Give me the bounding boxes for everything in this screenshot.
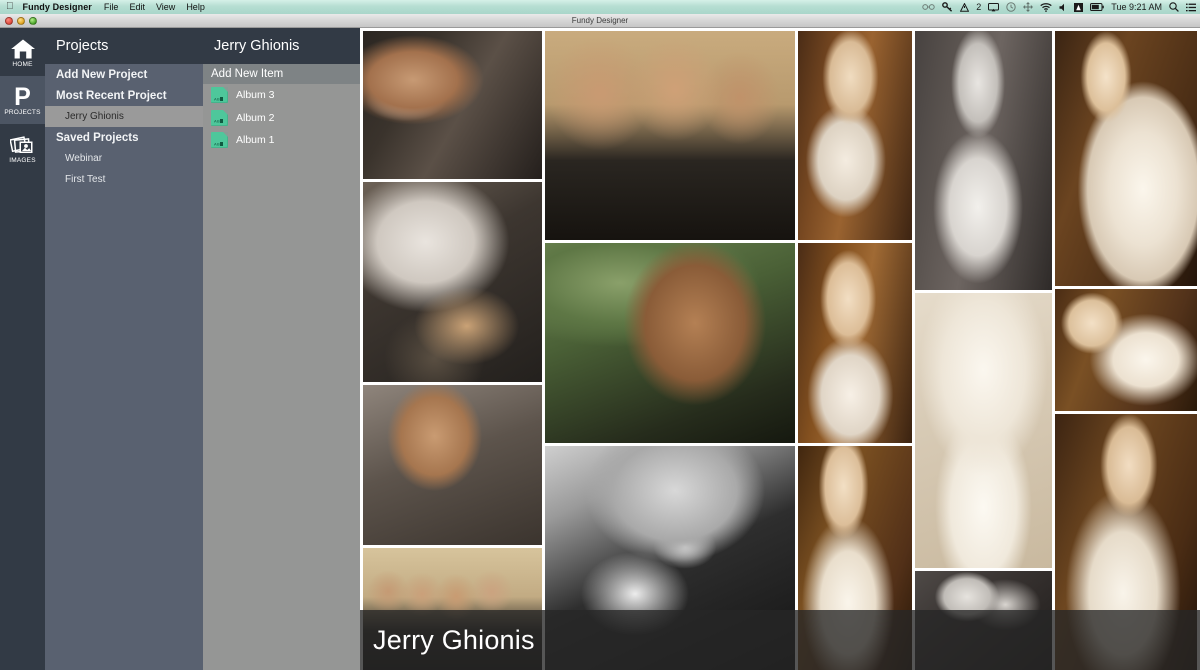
photo-bride-bw-portrait[interactable] — [915, 31, 1052, 290]
menu-view[interactable]: View — [156, 2, 175, 12]
nav-rail: HOME P PROJECTS IMAGES — [0, 28, 45, 670]
projects-panel-header: Projects — [45, 28, 203, 64]
hazard-icon[interactable] — [960, 2, 970, 12]
volume-icon[interactable] — [1059, 3, 1067, 12]
images-icon — [9, 132, 36, 156]
clock-circle-icon[interactable] — [1006, 2, 1016, 12]
menu-edit[interactable]: Edit — [129, 2, 145, 12]
project-item-webinar[interactable]: Webinar — [45, 148, 203, 169]
add-new-project-button[interactable]: Add New Project — [45, 64, 203, 85]
list-item-album-2[interactable]: AB Album 2 — [203, 107, 360, 130]
gallery-title-overlay: Jerry Ghionis — [360, 610, 1200, 670]
photo-dress-detail[interactable] — [915, 293, 1052, 568]
projects-panel: Projects Add New Project Most Recent Pro… — [45, 28, 203, 670]
items-panel: Jerry Ghionis Add New Item AB Album 3 AB… — [203, 28, 360, 670]
list-item-album-1[interactable]: AB Album 1 — [203, 129, 360, 152]
album-icon: AB — [211, 132, 228, 149]
zoom-button[interactable] — [29, 17, 37, 25]
list-item-label: Album 2 — [236, 111, 275, 124]
list-item-label: Album 1 — [236, 134, 275, 147]
list-item-label: Album 3 — [236, 89, 275, 102]
battery-icon[interactable] — [1090, 3, 1105, 11]
apple-icon[interactable]:  — [6, 2, 14, 12]
key-icon[interactable] — [942, 2, 953, 12]
app-body: HOME P PROJECTS IMAGES Projects Add New … — [0, 28, 1200, 670]
page-title: Jerry Ghionis — [373, 624, 535, 655]
sidebar-item-home-label: HOME — [12, 61, 33, 68]
eyeglasses-icon[interactable] — [922, 3, 935, 11]
list-item-album-3[interactable]: AB Album 3 — [203, 84, 360, 107]
photo-bride-necklace[interactable] — [1055, 289, 1197, 411]
photo-gallery: Jerry Ghionis — [360, 28, 1200, 670]
adobe-icon[interactable] — [1074, 2, 1084, 12]
window-title: Fundy Designer — [571, 16, 629, 25]
menu-app-name[interactable]: Fundy Designer — [23, 2, 92, 12]
minimize-button[interactable] — [17, 17, 25, 25]
sidebar-item-images[interactable]: IMAGES — [0, 124, 45, 172]
project-item-first-test[interactable]: First Test — [45, 169, 203, 190]
photo-groom-with-drink[interactable] — [363, 182, 542, 382]
sidebar-item-projects-label: PROJECTS — [4, 109, 41, 116]
photo-bride-smiling-wood[interactable] — [798, 243, 912, 443]
photo-groom-green-field[interactable] — [545, 243, 795, 443]
window-controls — [5, 17, 37, 25]
project-item-jerry-ghionis[interactable]: Jerry Ghionis — [45, 106, 203, 127]
photo-groom-upside-down[interactable] — [363, 385, 542, 545]
saved-projects-label: Saved Projects — [56, 131, 139, 144]
window-title-bar: Fundy Designer — [0, 14, 1200, 28]
menu-help[interactable]: Help — [186, 2, 205, 12]
photo-groom-white-shirt[interactable] — [363, 31, 542, 179]
photo-groomsmen-stone-wall[interactable] — [545, 31, 795, 240]
photo-bride-ruffled-gown[interactable] — [1055, 31, 1197, 286]
macos-menu-bar:  Fundy Designer File Edit View Help 2 — [0, 0, 1200, 14]
add-new-item-button[interactable]: Add New Item — [203, 64, 360, 84]
most-recent-project-label: Most Recent Project — [56, 89, 167, 102]
hazard-count: 2 — [976, 2, 982, 12]
app-window:  Fundy Designer File Edit View Help 2 — [0, 0, 1200, 670]
search-icon[interactable] — [1169, 2, 1179, 12]
album-icon: AB — [211, 109, 228, 126]
close-button[interactable] — [5, 17, 13, 25]
photo-bride-wood-wall[interactable] — [798, 31, 912, 240]
items-panel-header: Jerry Ghionis — [203, 28, 360, 64]
sidebar-item-images-label: IMAGES — [9, 157, 36, 164]
home-icon — [10, 36, 36, 60]
sidebar-item-home[interactable]: HOME — [0, 28, 45, 76]
menu-file[interactable]: File — [104, 2, 119, 12]
sidebar-item-projects[interactable]: P PROJECTS — [0, 76, 45, 124]
projects-icon: P — [14, 83, 31, 111]
wifi-icon[interactable] — [1040, 2, 1053, 12]
menu-status-items: 2 Tue 9:21 AM — [922, 0, 1196, 14]
album-icon: AB — [211, 87, 228, 104]
menu-clock[interactable]: Tue 9:21 AM — [1111, 2, 1162, 12]
airplay-icon[interactable] — [988, 2, 1000, 12]
notification-center-icon[interactable] — [1186, 3, 1196, 12]
move-icon[interactable] — [1023, 2, 1034, 12]
